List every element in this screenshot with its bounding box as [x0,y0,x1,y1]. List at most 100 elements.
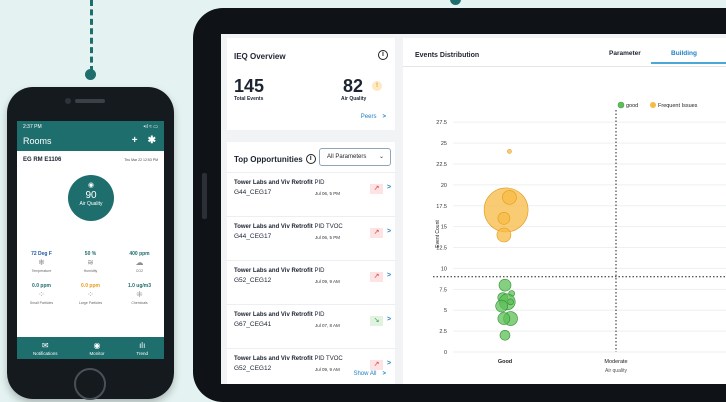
connector-dot [85,69,96,80]
room-header: EG RM E1106 Thu Mar 22 12:53 PM [17,151,164,163]
card-title: Top Opportunities i [234,154,316,164]
y-tick-label: 2.5 [439,329,447,335]
phone-device: 2:37 PM •ıl ≈ ▭ Rooms + ✱ EG RM E1106 Th… [7,87,174,400]
particles-icon: ⁘ [87,290,94,299]
legend-label: Frequent Issues [658,103,698,109]
phone-screen: 2:37 PM •ıl ≈ ▭ Rooms + ✱ EG RM E1106 Th… [17,121,164,359]
list-item[interactable]: Tower Labs and Viv Retrofit PID TVOC G44… [227,216,395,260]
home-button[interactable] [74,368,106,400]
x-tick-label: Moderate [604,359,627,365]
envelope-icon: ✉ [41,340,49,350]
chevron-right-icon[interactable]: > [387,184,391,191]
target-icon: ◉ [87,182,95,189]
add-icon[interactable]: + [132,135,138,146]
chevron-right-icon[interactable]: > [387,360,391,367]
total-events-value: 145 [234,76,265,96]
y-tick-label: 22.5 [436,162,447,168]
list-item[interactable]: Tower Labs and Viv Retrofit PID TVOC G52… [227,348,395,384]
connector-line [90,0,93,72]
room-name: EG RM E1106 [23,157,62,163]
connector-dot [450,0,461,5]
particles-icon: ⁘ [38,290,45,299]
air-quality-value: 82 [343,76,364,96]
top-opportunities-card: Top Opportunities i All Parameters ⌄ Tow… [227,142,395,384]
status-icons: •ıl ≈ ▭ [143,124,159,130]
cloud-icon: ☁ [135,258,144,267]
chevron-right-icon[interactable]: > [387,316,391,323]
x-tick-label: Good [498,359,512,365]
list-item[interactable]: Tower Labs and Viv Retrofit PID G44_CEG1… [227,172,395,216]
metric-humidity[interactable]: 50 % ≋ Humidity [66,251,115,273]
phone-camera [65,98,71,104]
y-tick-label: 27.5 [436,120,447,126]
nav-notifications[interactable]: ✉ Notifications [33,341,58,356]
peers-link[interactable]: Peers > [361,114,386,120]
data-point [496,227,512,243]
warning-icon: ! [372,81,382,91]
status-bar: 2:37 PM •ıl ≈ ▭ [23,124,158,130]
y-tick-label: 17.5 [436,204,447,210]
bottom-nav: ✉ Notifications ◉ Monitor ılı Trend [17,337,164,359]
chemicals-icon: ⁜ [136,290,143,299]
y-tick-label: 15 [441,225,447,231]
y-tick-label: 25 [441,141,447,147]
list-item[interactable]: Tower Labs and Viv Retrofit PID G67_CEG4… [227,304,395,348]
y-tick-label: 20 [441,183,447,189]
data-point [499,329,511,341]
show-all-link[interactable]: Show All > [353,371,386,377]
metric-large-particles[interactable]: 0.0 ppm ⁘ Large Particles [66,283,115,305]
target-icon: ◉ [93,340,101,350]
info-icon[interactable]: i [305,154,316,164]
nav-monitor[interactable]: ◉ Monitor [89,341,104,356]
data-point [498,278,512,292]
legend-marker [650,102,656,108]
chevron-down-icon: ⌄ [378,154,384,160]
events-distribution-card: Events Distribution Parameter Building 0… [403,38,726,384]
y-tick-label: 0 [444,350,447,356]
y-tick-label: 7.5 [439,287,447,293]
tablet-device: IEQ Overview i 145 Total Events 82 ! Air… [193,8,726,402]
card-title: IEQ Overview [234,52,286,61]
data-point [495,299,508,313]
metrics-grid: 72 Deg F ❄ Temperature 50 % ≋ Humidity 4… [17,251,164,305]
phone-header: 2:37 PM •ıl ≈ ▭ Rooms + ✱ [17,121,164,151]
humidity-icon: ≋ [87,258,94,267]
legend-marker [617,101,625,109]
data-point [497,211,511,225]
status-time: 2:37 PM [23,124,42,130]
legend-label: good [626,103,638,109]
nav-trend[interactable]: ılı Trend [136,341,148,356]
metric-chemicals[interactable]: 1.0 ug/m3 ⁜ Chemicals [115,283,164,305]
chevron-right-icon: > [382,371,386,377]
trend-up-icon: ↗ [370,228,383,238]
y-tick-label: 10 [441,266,447,272]
trend-down-icon: ↘ [370,316,383,326]
y-axis-label: Event Count [435,220,441,248]
y-tick-label: 5 [444,308,447,314]
trend-up-icon: ↗ [370,360,383,370]
chevron-right-icon[interactable]: > [387,228,391,235]
air-quality-gauge[interactable]: ◉ 90 Air Quality [68,175,114,221]
bar-chart-icon: ılı [139,340,146,350]
events-scatter-chart: 02.557.51012.51517.52022.52527.5Event Co… [433,101,726,374]
parameter-select[interactable]: All Parameters ⌄ [319,148,391,166]
list-item[interactable]: Tower Labs and Viv Retrofit PID G52_CEG1… [227,260,395,304]
data-point [507,298,514,306]
data-point [502,190,517,205]
trend-up-icon: ↗ [370,184,383,194]
total-events-label: Total Events [234,96,264,102]
phone-earpiece [75,99,105,103]
gear-icon[interactable]: ✱ [148,135,156,146]
data-point [497,312,511,325]
chevron-right-icon[interactable]: > [387,272,391,279]
metric-small-particles[interactable]: 0.0 ppm ⁘ Small Particles [17,283,66,305]
metric-co2[interactable]: 400 ppm ☁ CO2 [115,251,164,273]
tablet-screen: IEQ Overview i 145 Total Events 82 ! Air… [221,34,726,384]
air-quality-label: Air Quality [79,201,103,207]
air-quality-label: Air Quality [341,96,367,102]
chevron-right-icon: > [382,114,386,120]
info-icon[interactable]: i [378,50,388,60]
metric-temperature[interactable]: 72 Deg F ❄ Temperature [17,251,66,273]
ieq-overview-card: IEQ Overview i 145 Total Events 82 ! Air… [227,38,395,130]
snowflake-icon: ❄ [38,258,45,267]
